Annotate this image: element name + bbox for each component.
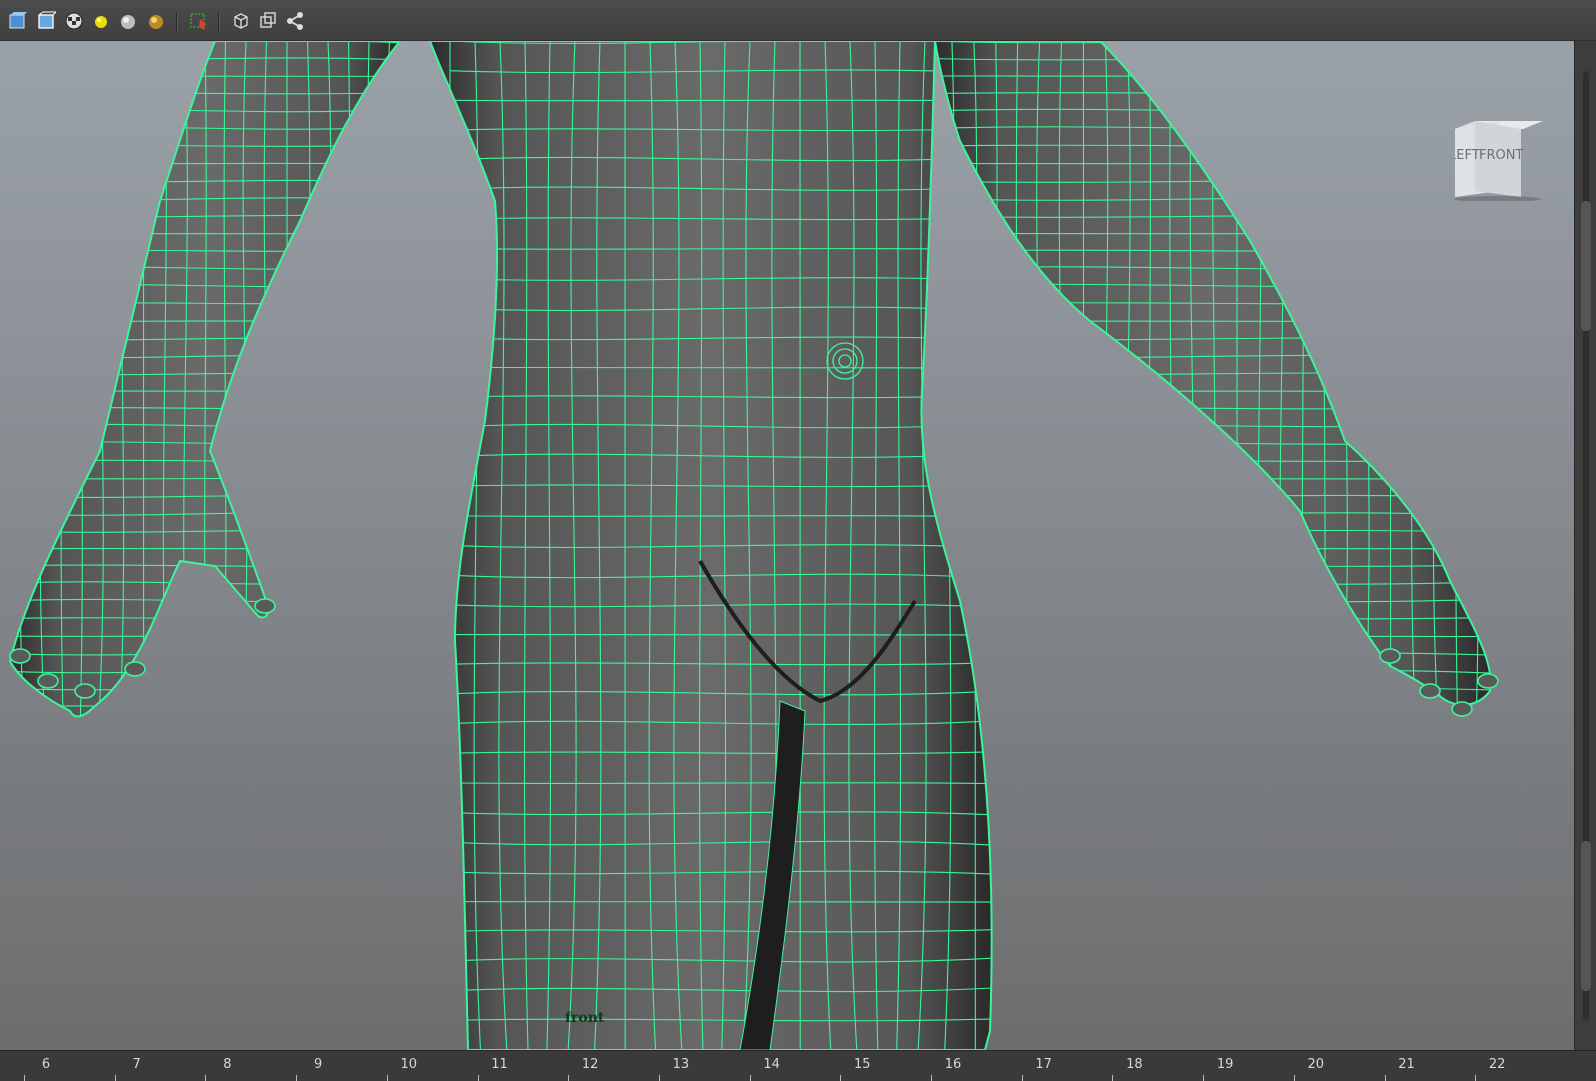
- timeline-tick: [477, 1075, 479, 1081]
- fingertip-mesh: [1379, 648, 1401, 664]
- timeline-tick: [1203, 1075, 1205, 1081]
- timeline-tick: [658, 1075, 660, 1081]
- fingertip-mesh: [74, 683, 96, 699]
- timeline-tick-label: 15: [854, 1057, 871, 1072]
- share-icon[interactable]: [284, 10, 306, 32]
- camera-name-label: front: [565, 1010, 605, 1026]
- timeline-tick-label: 14: [763, 1057, 780, 1072]
- timeline-tick: [1475, 1075, 1477, 1081]
- view-cube[interactable]: LEFT FRONT: [1455, 121, 1545, 201]
- timeline-tick: [1112, 1075, 1114, 1081]
- fingertip-mesh: [9, 648, 31, 664]
- timeline-tick-label: 7: [132, 1057, 141, 1072]
- timeline-tick: [24, 1075, 25, 1081]
- use-all-lights-icon[interactable]: [117, 10, 139, 32]
- timeline-tick-label: 11: [491, 1057, 508, 1072]
- default-light-icon[interactable]: [90, 10, 112, 32]
- torso-and-legs-mesh[interactable]: [428, 41, 1006, 1050]
- timeline-tick-label: 10: [400, 1057, 418, 1072]
- timeline-tick: [568, 1075, 570, 1081]
- isolate-select-icon[interactable]: [230, 10, 252, 32]
- timeline-tick-label: 12: [581, 1057, 599, 1072]
- timeline-tick: [1384, 1075, 1386, 1081]
- timeline-tick: [386, 1075, 388, 1081]
- timeline-tick-label: 18: [1126, 1057, 1143, 1072]
- timeline-tick: [114, 1075, 116, 1081]
- texture-checker-icon[interactable]: [63, 10, 85, 32]
- fingertip-mesh: [124, 661, 146, 677]
- timeline-tick-label: 13: [672, 1057, 690, 1072]
- left-arm-mesh[interactable]: [0, 41, 411, 742]
- timeline-tick: [1021, 1075, 1023, 1081]
- scrollbar-thumb[interactable]: [1581, 841, 1591, 991]
- fingertip-mesh: [254, 598, 276, 614]
- viewcube-left-label[interactable]: LEFT: [1455, 148, 1480, 163]
- timeline-tick: [840, 1075, 842, 1081]
- fingertip-mesh: [1419, 683, 1441, 699]
- shadows-icon[interactable]: [145, 10, 167, 32]
- time-slider-ruler[interactable]: 6 7 8 9 10 11 12 13 14 15 16 17 18 19 20 21 22: [0, 1050, 1596, 1081]
- timeline-tick-label: 16: [944, 1057, 962, 1072]
- timeline-tick-label: 21: [1398, 1057, 1415, 1072]
- fingertip-mesh: [37, 673, 59, 689]
- timeline-tick: [296, 1075, 298, 1081]
- timeline-tick-label: 20: [1307, 1057, 1325, 1072]
- viewport-toolbar: [0, 0, 1596, 41]
- perspective-viewport[interactable]: LEFT FRONT: [0, 41, 1574, 1050]
- timeline-tick: [1293, 1075, 1295, 1081]
- scrollbar-thumb[interactable]: [1581, 201, 1591, 331]
- timeline-tick-label: 19: [1216, 1057, 1234, 1072]
- timeline-tick-label: 6: [41, 1057, 51, 1072]
- timeline-tick-label: 22: [1488, 1057, 1506, 1072]
- fingertip-mesh: [1451, 701, 1473, 717]
- right-arm-mesh[interactable]: [930, 41, 1501, 742]
- toolbar-separator: [218, 13, 220, 31]
- viewport-scrollbar[interactable]: [1574, 41, 1596, 1050]
- timeline-tick-label: 9: [313, 1057, 323, 1072]
- timeline-tick: [205, 1075, 207, 1081]
- select-camera-icon[interactable]: [188, 10, 210, 32]
- timeline-tick: [931, 1075, 932, 1081]
- character-wireframe-mesh[interactable]: [0, 41, 1574, 1050]
- timeline-tick-label: 8: [223, 1057, 232, 1072]
- wireframe-on-shaded-icon[interactable]: [35, 10, 57, 32]
- xray-icon[interactable]: [257, 10, 279, 32]
- smooth-shade-icon[interactable]: [6, 10, 28, 32]
- toolbar-separator: [176, 13, 178, 31]
- timeline-tick: [749, 1075, 751, 1081]
- fingertip-mesh: [1477, 673, 1499, 689]
- timeline-tick-label: 17: [1035, 1057, 1052, 1072]
- viewcube-front-label[interactable]: FRONT: [1479, 148, 1523, 163]
